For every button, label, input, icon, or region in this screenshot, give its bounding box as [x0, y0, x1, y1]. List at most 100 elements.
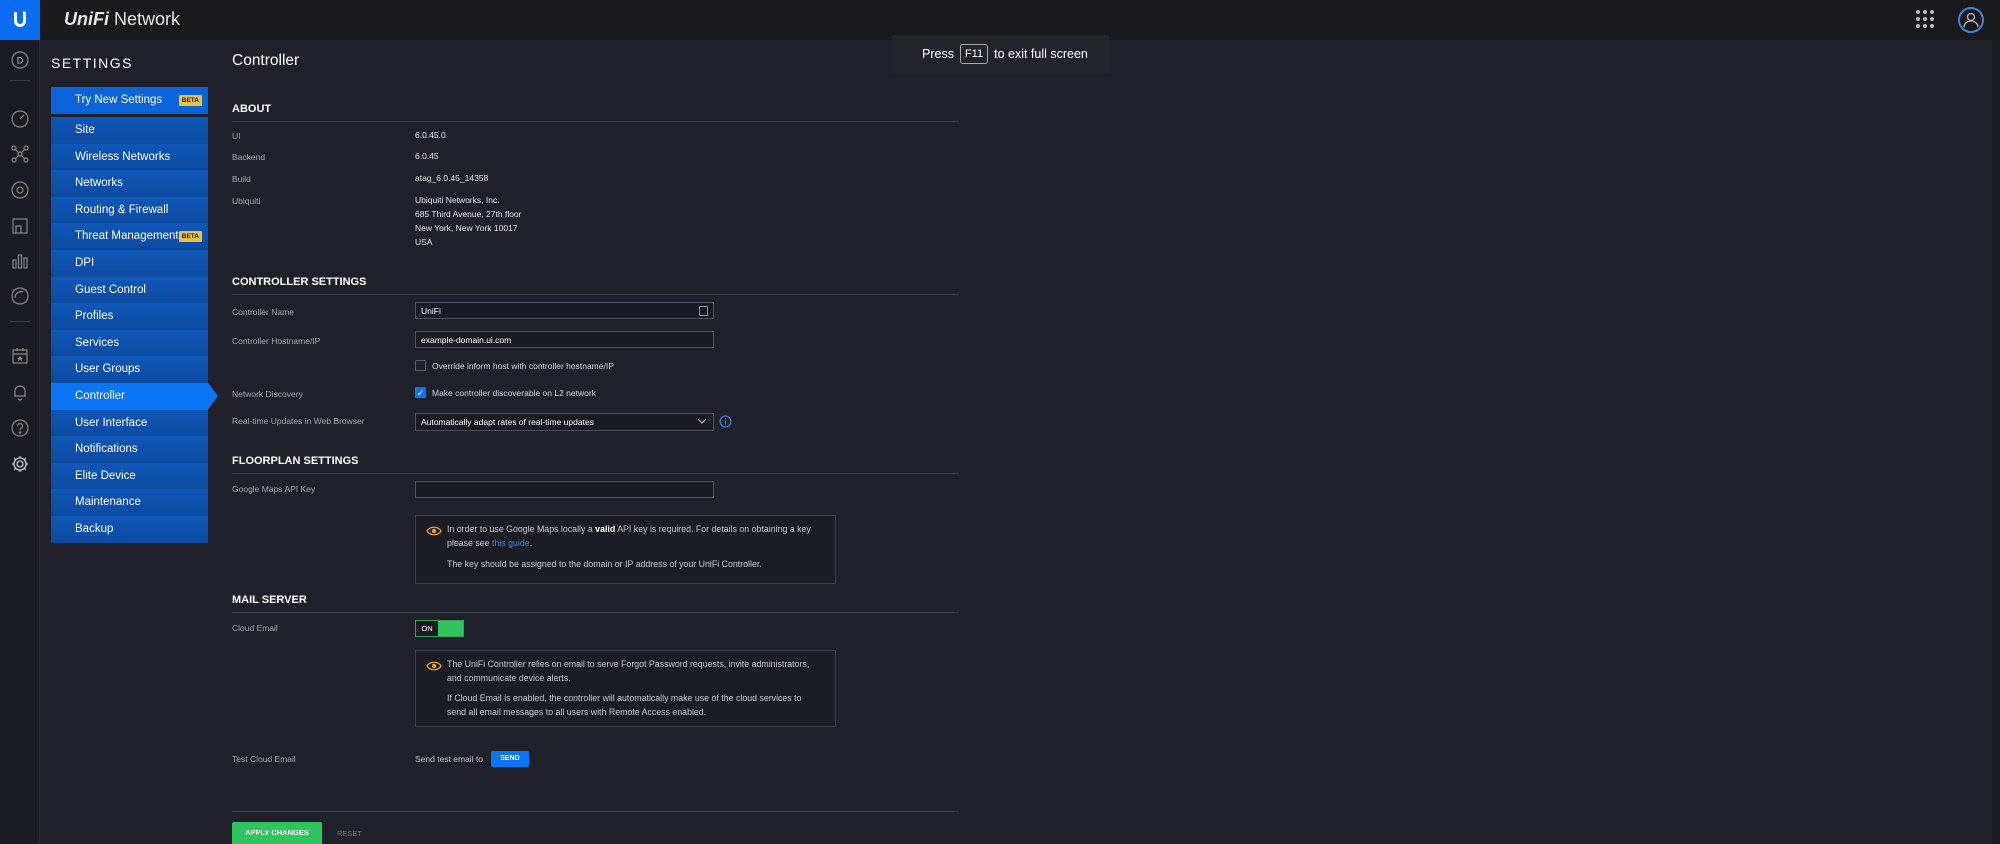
network-discovery-label: Network Discovery [232, 389, 303, 399]
nav-user-interface[interactable]: User Interface [51, 409, 208, 437]
top-bar: UniFi Network [0, 0, 2000, 40]
clients-icon[interactable] [10, 216, 30, 236]
maps-info-text: In order to use Google Maps locally a va… [447, 522, 811, 550]
divider [10, 80, 30, 81]
realtime-updates-select[interactable]: Automatically adapt rates of real-time u… [415, 413, 714, 431]
nav-try-new-settings[interactable]: Try New Settings BETA [51, 87, 208, 114]
fullscreen-banner: Press F11 to exit full screen [892, 35, 1109, 73]
alerts-bell-icon[interactable] [10, 382, 30, 402]
nav-threat-management[interactable]: Threat Management BETA [51, 223, 208, 250]
nav-label: User Interface [75, 416, 148, 429]
nav-controller[interactable]: Controller [51, 382, 218, 410]
brand-logo-text: UniFi [64, 9, 109, 29]
banner-key: F11 [959, 44, 989, 64]
controller-hostname-input[interactable]: example-domain.ui.com [415, 331, 714, 348]
nav-label: Networks [75, 177, 123, 190]
topology-icon[interactable] [10, 144, 30, 164]
settings-gear-icon[interactable] [10, 454, 30, 474]
nav-label: Profiles [75, 310, 114, 323]
settings-title: SETTINGS [51, 55, 134, 71]
info-line: If Cloud Email is enabled, the controlle… [447, 693, 802, 703]
maps-info-bold: valid [595, 524, 616, 534]
info-line: The UniFi Controller relies on email to … [447, 659, 810, 669]
nav-backup[interactable]: Backup [51, 515, 208, 543]
address-line: 685 Third Avenue, 27th floor [415, 209, 522, 219]
address-line: New York, New York 10017 [415, 223, 518, 233]
nav-label: Elite Device [75, 469, 136, 482]
reset-button[interactable]: RESET [337, 829, 362, 838]
divider [10, 321, 30, 322]
device-switcher-icon[interactable]: D [10, 50, 30, 70]
address-line: Ubiquiti Networks, Inc. [415, 195, 500, 205]
nav-user-groups[interactable]: User Groups [51, 356, 208, 383]
ui-label: UI [232, 131, 241, 141]
eye-info-icon [426, 524, 442, 542]
controller-name-input[interactable]: UniFi [415, 302, 714, 319]
dashboard-icon[interactable] [10, 109, 30, 129]
nav-label: User Groups [75, 363, 141, 376]
send-test-email-text: Send test email to [415, 754, 484, 764]
help-icon[interactable] [10, 418, 30, 438]
statistics-icon[interactable] [10, 251, 30, 271]
nav-dpi[interactable]: DPI [51, 249, 208, 277]
eye-info-icon [426, 659, 442, 677]
user-account-icon[interactable] [1958, 7, 1984, 33]
send-button[interactable]: SEND [491, 751, 529, 767]
controller-name-label: Controller Name [232, 307, 294, 317]
cloud-email-info-text: The UniFi Controller relies on email to … [447, 657, 809, 685]
nav-elite-device[interactable]: Elite Device [51, 462, 208, 490]
input-id-card-icon[interactable] [699, 306, 708, 316]
maps-info-line2-pre: please see [447, 538, 490, 548]
nav-site[interactable]: Site [51, 117, 208, 144]
chevron-down-icon [697, 416, 707, 428]
nav-label: Maintenance [75, 496, 141, 509]
nav-profiles[interactable]: Profiles [51, 303, 208, 330]
maps-info-pre: In order to use Google Maps locally a [447, 524, 593, 534]
ubiquiti-label: Ubiquiti [232, 196, 261, 206]
info-circle-icon[interactable] [719, 415, 732, 433]
nav-label: Site [75, 124, 95, 136]
nav-notifications[interactable]: Notifications [51, 436, 208, 463]
nav-maintenance[interactable]: Maintenance [51, 489, 208, 516]
apply-changes-button[interactable]: APPLY CHANGES [232, 822, 322, 844]
nav-wireless-networks[interactable]: Wireless Networks [51, 143, 208, 171]
app-brand: UniFi Network [64, 9, 180, 30]
nav-routing-firewall[interactable]: Routing & Firewall [51, 196, 208, 224]
cloud-email-toggle[interactable]: ON [415, 620, 464, 637]
google-maps-api-key-input[interactable] [415, 481, 714, 498]
nav-label: Threat Management [75, 230, 179, 243]
controller-hostname-label: Controller Hostname/IP [232, 336, 321, 346]
build-label: Build [232, 174, 251, 184]
build-value: atag_6.0.45_14358 [415, 173, 489, 183]
devices-icon[interactable] [10, 180, 30, 200]
maps-info-line2-post: . [529, 538, 533, 548]
beta-badge: BETA [178, 95, 202, 106]
about-heading: ABOUT [232, 103, 959, 122]
ubiquiti-logo-icon[interactable] [0, 0, 40, 40]
realtime-updates-value: Automatically adapt rates of real-time u… [421, 417, 594, 427]
cloud-email-info-note: If Cloud Email is enabled, the controlle… [447, 691, 802, 719]
backend-label: Backend [232, 152, 266, 162]
nav-label: Services [75, 336, 120, 349]
nav-services[interactable]: Services [51, 329, 208, 357]
insights-icon[interactable] [10, 286, 30, 306]
cloud-email-info-box: The UniFi Controller relies on email to … [415, 650, 836, 727]
nav-label: Guest Control [75, 283, 146, 296]
this-guide-link[interactable]: this guide [492, 538, 530, 548]
page-scrollbar[interactable] [1992, 40, 2000, 844]
maps-info-box: In order to use Google Maps locally a va… [415, 515, 836, 584]
nav-guest-control[interactable]: Guest Control [51, 276, 208, 304]
network-discovery-checkbox[interactable]: ✓ [415, 387, 426, 398]
apps-grid-icon[interactable] [1915, 9, 1935, 34]
maps-info-mid: API key is required. For details on obta… [617, 524, 811, 534]
override-inform-host-checkbox[interactable] [415, 360, 426, 371]
events-calendar-icon[interactable] [10, 346, 30, 366]
nav-label: DPI [75, 256, 95, 269]
nav-label: Controller [75, 389, 125, 402]
divider [232, 811, 959, 812]
test-cloud-email-label: Test Cloud Email [232, 754, 296, 764]
toggle-on-label: ON [416, 621, 438, 636]
cloud-email-label: Cloud Email [232, 623, 278, 633]
toggle-on-fill [438, 621, 463, 636]
nav-networks[interactable]: Networks [51, 170, 208, 197]
